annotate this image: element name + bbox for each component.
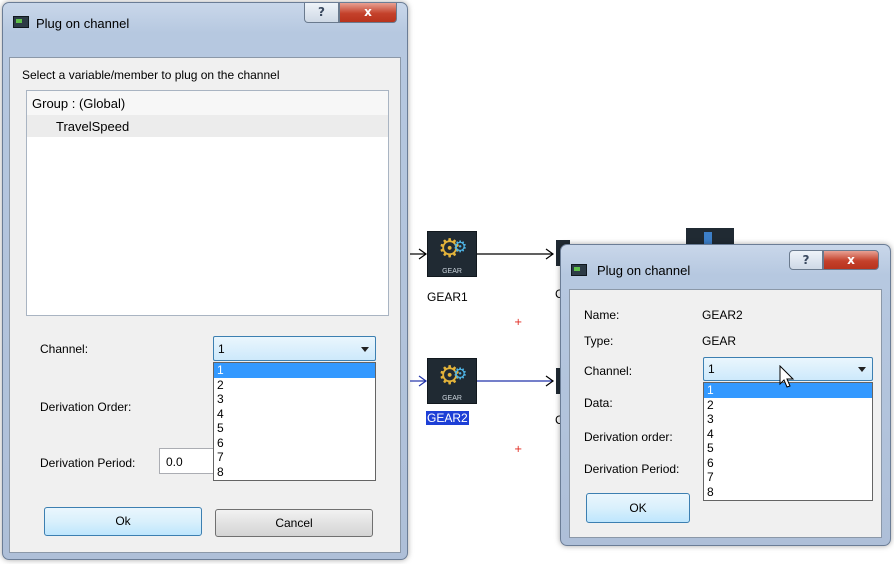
channel-option[interactable]: 4 bbox=[704, 427, 872, 442]
channel-option[interactable]: 3 bbox=[704, 412, 872, 427]
channel-option[interactable]: 6 bbox=[704, 456, 872, 471]
gear-icon: ⚙ bbox=[453, 364, 468, 383]
plug-on-channel-dialog-right: Plug on channel ? x Name: GEAR2 Type: GE… bbox=[560, 244, 891, 546]
gear1-label[interactable]: GEAR1 bbox=[426, 290, 469, 304]
channel-option[interactable]: 8 bbox=[704, 485, 872, 500]
channel-value: 1 bbox=[708, 362, 715, 376]
gear1-block[interactable]: ⚙ ⚙ GEAR bbox=[427, 231, 477, 277]
dialog-client-area: Name: GEAR2 Type: GEAR Channel: 1 Data: … bbox=[569, 289, 882, 538]
channel-dropdown-list[interactable]: 1 2 3 4 5 6 7 8 bbox=[703, 382, 873, 501]
close-button[interactable]: x bbox=[823, 250, 879, 270]
block-type-text: GEAR bbox=[442, 268, 462, 275]
derivation-order-label: Derivation order: bbox=[584, 430, 673, 444]
ok-button[interactable]: OK bbox=[586, 493, 690, 523]
name-label: Name: bbox=[584, 308, 620, 322]
channel-option[interactable]: 5 bbox=[704, 441, 872, 456]
type-label: Type: bbox=[584, 334, 614, 348]
window-title: Plug on channel bbox=[597, 263, 691, 278]
mouse-cursor-icon bbox=[779, 365, 795, 388]
gear2-block[interactable]: ⚙ ⚙ GEAR bbox=[427, 358, 477, 404]
plus-marker: + bbox=[514, 444, 523, 455]
help-button[interactable]: ? bbox=[789, 250, 823, 270]
gear2-label[interactable]: GEAR2 bbox=[426, 411, 469, 425]
type-value: GEAR bbox=[702, 334, 737, 348]
data-label: Data: bbox=[584, 396, 613, 410]
derivation-period-label: Derivation Period: bbox=[584, 462, 680, 476]
name-value: GEAR2 bbox=[702, 308, 743, 322]
channel-option[interactable]: 7 bbox=[704, 470, 872, 485]
channel-label: Channel: bbox=[584, 364, 633, 378]
window-icon bbox=[571, 264, 587, 276]
channel-option[interactable]: 2 bbox=[704, 398, 872, 413]
plus-marker: + bbox=[514, 317, 523, 328]
chevron-down-icon bbox=[858, 367, 866, 372]
gear-icon: ⚙ bbox=[453, 237, 468, 256]
block-type-text: GEAR bbox=[442, 395, 462, 402]
